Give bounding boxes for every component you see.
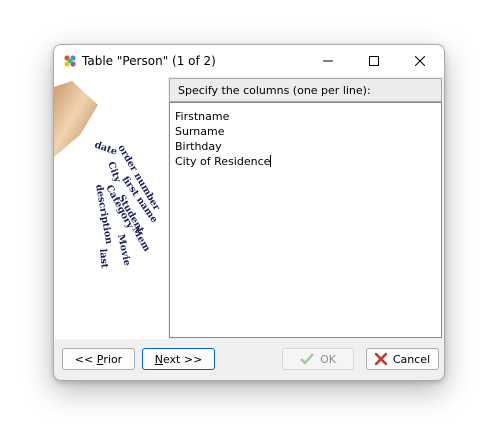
prior-button-prefix: << — [74, 352, 97, 366]
roll-word: Movie — [115, 233, 132, 267]
prior-button-mnemonic: P — [96, 352, 104, 366]
cancel-x-icon — [374, 353, 387, 365]
minimize-icon — [323, 60, 333, 62]
ok-button[interactable]: OK — [282, 348, 354, 370]
minimize-button[interactable] — [305, 45, 351, 77]
column-roll-illustration: date order number first name City Catego… — [54, 81, 162, 269]
close-icon — [415, 56, 425, 66]
roll-word: date — [93, 139, 119, 157]
prior-button-label: rior — [103, 352, 123, 366]
next-button-label: ext >> — [162, 352, 203, 366]
close-button[interactable] — [397, 45, 443, 77]
next-button-mnemonic: N — [154, 352, 163, 366]
paper-roll — [54, 81, 98, 157]
columns-textarea[interactable]: Firstname Surname Birthday City of Resid… — [169, 102, 442, 338]
prior-button[interactable]: << Prior — [62, 348, 135, 370]
next-button[interactable]: Next >> — [142, 348, 215, 370]
ok-button-label: OK — [320, 352, 336, 366]
maximize-icon — [369, 56, 379, 66]
column-line-last: City of Residence — [175, 154, 436, 169]
checkmark-icon — [300, 353, 314, 365]
title-bar[interactable]: Table "Person" (1 of 2) — [54, 45, 444, 77]
column-line: Surname — [175, 125, 225, 138]
column-line: Firstname — [175, 110, 230, 123]
text-caret — [270, 155, 272, 167]
roll-word: Mem — [129, 225, 152, 254]
cancel-button[interactable]: Cancel — [366, 348, 439, 370]
window-title: Table "Person" (1 of 2) — [82, 54, 216, 68]
maximize-button[interactable] — [351, 45, 397, 77]
wizard-side-panel: date order number first name City Catego… — [54, 77, 168, 339]
column-line: Birthday — [175, 140, 222, 153]
roll-word: City — [105, 160, 123, 184]
roll-word: last — [97, 248, 110, 269]
cancel-button-label: Cancel — [392, 352, 431, 366]
instructions-label: Specify the columns (one per line): — [169, 78, 442, 102]
dialog-window: Table "Person" (1 of 2) date order numbe… — [53, 44, 445, 381]
app-icon — [64, 55, 76, 67]
column-line-text: City of Residence — [175, 155, 271, 168]
